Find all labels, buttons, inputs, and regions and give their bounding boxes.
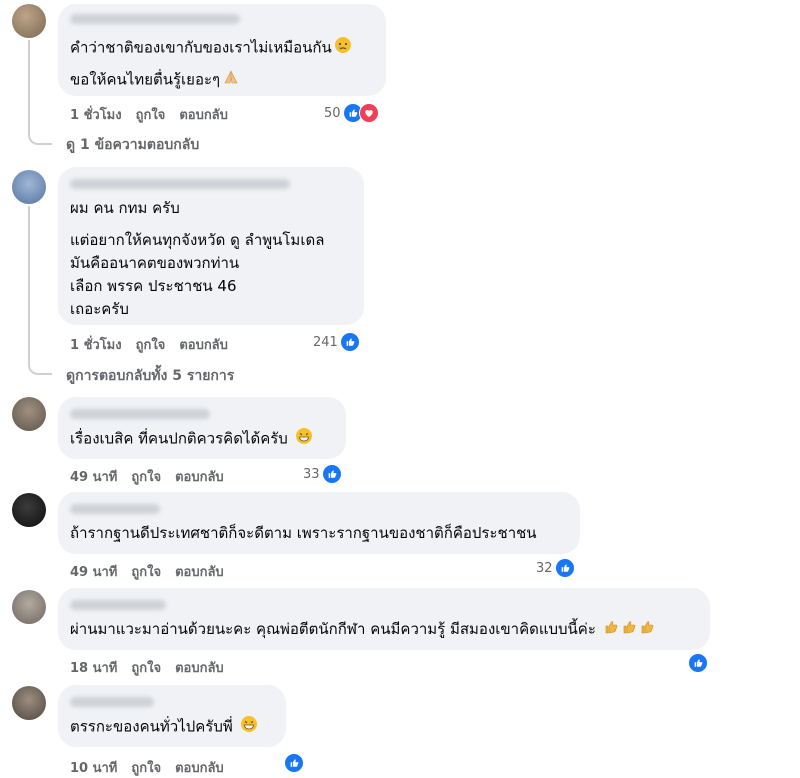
comment-text: ผ่านมาแวะมาอ่านด้วยนะคะ คุณพ่อตีตนักกีฬา… (70, 618, 655, 641)
comment-bubble: ผม คน กทม ครับ แต่อยากให้คนทุกจังหวัด ดู… (58, 167, 364, 325)
comment-time: 18 นาที (70, 661, 118, 676)
comment-text: มันคืออนาคตของพวกท่าน (70, 254, 240, 272)
reply-button[interactable]: ตอบกลับ (175, 565, 224, 580)
view-replies-link[interactable]: ดู 1 ข้อความตอบกลับ (66, 134, 199, 156)
reply-button[interactable]: ตอบกลับ (175, 761, 224, 776)
like-button[interactable]: ถูกใจ (131, 470, 161, 485)
comment-text: เลือก พรรค ประชาชน 46 (70, 277, 237, 295)
thumbs-up-emoji (621, 619, 637, 641)
comment-actions: 1 ชั่วโมง ถูกใจ ตอบกลับ (70, 334, 242, 355)
avatar[interactable] (12, 170, 46, 204)
comment-time: 49 นาที (70, 470, 118, 485)
comment-actions: 18 นาที ถูกใจ ตอบกลับ (70, 657, 238, 678)
comment-text: แต่อยากให้คนทุกจังหวัด ดู ลำพูนโมเดล (70, 231, 325, 249)
reaction-summary[interactable] (284, 753, 304, 773)
thread-line (28, 206, 52, 375)
avatar[interactable] (12, 493, 46, 527)
reaction-count: 32 (536, 560, 553, 576)
reaction-summary[interactable]: 241 (313, 332, 360, 352)
comment-text: เรื่องเบสิค ที่คนปกติควรคิดได้ครับ (70, 427, 313, 451)
author-name-redacted[interactable] (70, 14, 240, 24)
comment-bubble: ตรรกะของคนทั่วไปครับพี่ (58, 685, 286, 747)
reaction-count: 33 (303, 466, 320, 482)
comment-text: ผม คน กทม ครับ (70, 199, 180, 217)
reaction-summary[interactable] (688, 653, 708, 673)
comment-bubble: ถ้ารากฐานดีประเทศชาติก็จะดีตาม เพราะรากฐ… (58, 492, 580, 554)
like-icon (554, 558, 575, 578)
author-name-redacted[interactable] (70, 600, 166, 610)
reaction-summary[interactable]: 50 (324, 103, 379, 123)
reaction-count: 241 (313, 334, 338, 350)
author-name-redacted[interactable] (70, 504, 160, 514)
reply-button[interactable]: ตอบกลับ (179, 338, 228, 353)
like-button[interactable]: ถูกใจ (131, 761, 161, 776)
comment-bubble: เรื่องเบสิค ที่คนปกติควรคิดได้ครับ (58, 397, 346, 459)
reply-button[interactable]: ตอบกลับ (175, 470, 224, 485)
reaction-count: 50 (324, 105, 341, 121)
reaction-summary[interactable]: 33 (303, 464, 342, 484)
grinning-face-emoji (295, 427, 313, 451)
heart-icon (358, 103, 379, 123)
avatar[interactable] (12, 4, 46, 38)
reply-button[interactable]: ตอบกลับ (179, 108, 228, 123)
comment-time: 10 นาที (70, 761, 118, 776)
comment-time: 49 นาที (70, 565, 118, 580)
like-button[interactable]: ถูกใจ (136, 338, 166, 353)
like-icon (321, 464, 342, 484)
like-button[interactable]: ถูกใจ (136, 108, 166, 123)
comment-bubble: ผ่านมาแวะมาอ่านด้วยนะคะ คุณพ่อตีตนักกีฬา… (58, 588, 710, 650)
like-icon (339, 332, 360, 352)
reply-button[interactable]: ตอบกลับ (175, 661, 224, 676)
crying-face-emoji (334, 36, 352, 60)
thumbs-up-emoji (603, 619, 619, 641)
comment-time: 1 ชั่วโมง (70, 108, 122, 123)
avatar[interactable] (12, 590, 46, 624)
comment-actions: 49 นาที ถูกใจ ตอบกลับ (70, 561, 238, 582)
comment-time: 1 ชั่วโมง (70, 338, 122, 353)
like-button[interactable]: ถูกใจ (131, 565, 161, 580)
avatar[interactable] (12, 686, 46, 720)
comment-text: เถอะครับ (70, 300, 129, 318)
thumbs-up-emoji (639, 619, 655, 641)
folded-hands-emoji (222, 68, 240, 92)
like-icon (284, 753, 304, 773)
author-name-redacted[interactable] (70, 179, 290, 189)
comment-text: ตรรกะของคนทั่วไปครับพี่ (70, 715, 258, 739)
thread-line (28, 40, 52, 145)
reaction-summary[interactable]: 32 (536, 558, 575, 578)
comment-actions: 1 ชั่วโมง ถูกใจ ตอบกลับ (70, 104, 242, 125)
like-icon (688, 653, 708, 673)
comment-actions: 49 นาที ถูกใจ ตอบกลับ (70, 466, 238, 487)
comment-actions: 10 นาที ถูกใจ ตอบกลับ (70, 757, 238, 778)
author-name-redacted[interactable] (70, 697, 154, 707)
like-button[interactable]: ถูกใจ (131, 661, 161, 676)
comment-text: คำว่าชาติของเขากับของเราไม่เหมือนกัน (70, 36, 352, 60)
grinning-face-emoji (240, 715, 258, 739)
comment-bubble: คำว่าชาติของเขากับของเราไม่เหมือนกัน ขอใ… (58, 4, 386, 96)
comment-text: ขอให้คนไทยตื่นรู้เยอะๆ (70, 68, 240, 92)
view-replies-link[interactable]: ดูการตอบกลับทั้ง 5 รายการ (66, 365, 234, 387)
author-name-redacted[interactable] (70, 409, 210, 419)
comment-text: ถ้ารากฐานดีประเทศชาติก็จะดีตาม เพราะรากฐ… (70, 524, 537, 542)
avatar[interactable] (12, 397, 46, 431)
